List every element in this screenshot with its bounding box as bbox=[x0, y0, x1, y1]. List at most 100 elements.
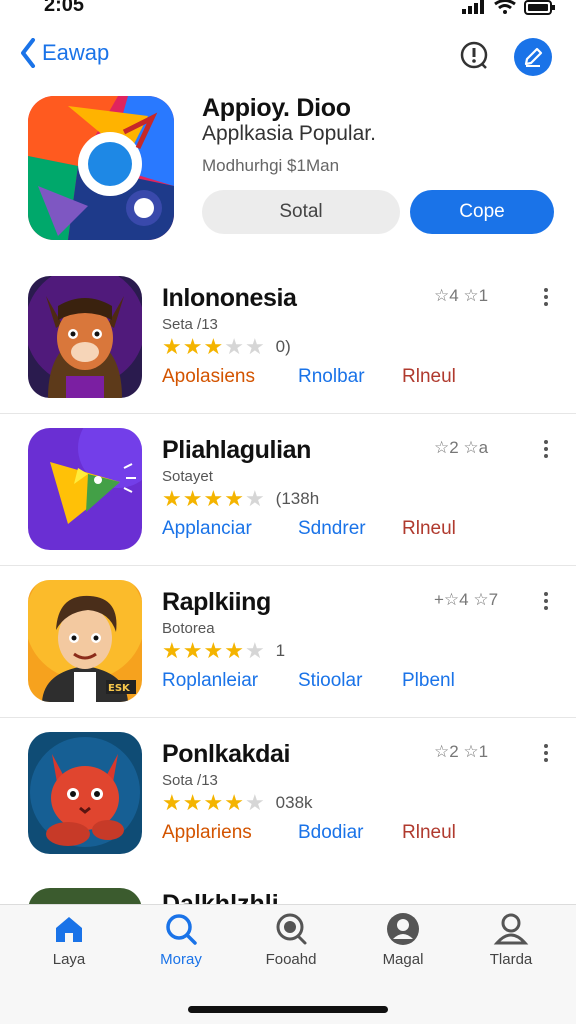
star-icon: ★ bbox=[182, 638, 203, 663]
status-time: 2:05 bbox=[44, 0, 85, 16]
star-rating: ★ ★ ★ ★ ★ (138h bbox=[162, 486, 319, 512]
star-icon: ★ bbox=[182, 334, 203, 359]
featured-logo-icon bbox=[28, 96, 174, 240]
tag-link[interactable]: Stioolar bbox=[298, 670, 362, 692]
featured-meta: Modhurhgi $1Man bbox=[202, 156, 340, 175]
back-button[interactable]: Eawap bbox=[20, 38, 109, 68]
secondary-button[interactable]: Sotal bbox=[202, 190, 400, 234]
star-icon: ★ bbox=[203, 790, 224, 815]
star-icon: ★ bbox=[224, 790, 244, 815]
boy-avatar-icon: ESK bbox=[28, 580, 142, 702]
tag-link[interactable]: Rlneul bbox=[402, 822, 456, 844]
primary-button[interactable]: Cope bbox=[410, 190, 554, 234]
app-icon[interactable] bbox=[28, 276, 142, 398]
star-icon: ★ bbox=[203, 638, 224, 663]
tag-link[interactable]: Applanciar bbox=[162, 518, 252, 540]
featured-app: Appioy. Dioo Applkasia Popular. Modhurhg… bbox=[0, 94, 576, 246]
star-icon: ★ bbox=[203, 486, 224, 511]
app-subtitle: Seta /13 bbox=[162, 316, 218, 333]
tab-label: Moray bbox=[160, 951, 202, 968]
tab-account[interactable]: Magal bbox=[358, 911, 448, 968]
cat-app-icon bbox=[28, 732, 142, 854]
battery-icon bbox=[524, 0, 555, 15]
tag-link[interactable]: Sdndrer bbox=[298, 518, 366, 540]
star-icon: ★ bbox=[244, 638, 265, 663]
home-indicator bbox=[188, 1006, 388, 1013]
app-icon[interactable] bbox=[28, 428, 142, 550]
rating-count: 1 bbox=[275, 641, 286, 660]
wifi-icon bbox=[494, 0, 516, 14]
row-side-rating: ☆4 ☆1 bbox=[434, 286, 489, 305]
app-name: Pliahlagulian bbox=[162, 436, 311, 464]
app-subtitle: Botorea bbox=[162, 620, 215, 637]
tab-home[interactable]: Laya bbox=[24, 911, 114, 968]
play-arrow-app-icon bbox=[28, 428, 142, 550]
star-icon: ★ bbox=[162, 486, 182, 511]
more-options-icon[interactable] bbox=[538, 744, 554, 768]
app-icon[interactable]: ESK bbox=[28, 580, 142, 702]
rating-count: 038k bbox=[275, 793, 313, 812]
app-list: Inlononesia Seta /13 ★ ★ ★ ★ ★ 0) Apolas… bbox=[0, 262, 576, 870]
star-rating: ★ ★ ★ ★ ★ 1 bbox=[162, 638, 285, 664]
star-icon: ★ bbox=[182, 790, 203, 815]
more-options-icon[interactable] bbox=[538, 440, 554, 464]
star-icon: ★ bbox=[244, 486, 265, 511]
list-item[interactable]: Ponlkakdai Sota /13 ★ ★ ★ ★ ★ 038k Appla… bbox=[0, 718, 576, 870]
tag-link[interactable]: Apolasiens bbox=[162, 366, 255, 388]
nav-bar: Eawap bbox=[0, 36, 576, 80]
rating-count: 0) bbox=[275, 337, 291, 356]
tag-link[interactable]: Rlneul bbox=[402, 518, 456, 540]
tag-link[interactable]: Plbenl bbox=[402, 670, 455, 692]
back-label: Eawap bbox=[42, 40, 110, 65]
star-rating: ★ ★ ★ ★ ★ 038k bbox=[162, 790, 313, 816]
search-icon bbox=[166, 914, 197, 945]
fox-girl-avatar-icon bbox=[28, 276, 142, 398]
tab-label: Tlarda bbox=[489, 951, 533, 968]
tag-link[interactable]: Bdodiar bbox=[298, 822, 364, 844]
app-name: Raplkiing bbox=[162, 588, 271, 616]
tag-link[interactable]: Rnolbar bbox=[298, 366, 365, 388]
star-icon: ★ bbox=[162, 638, 182, 663]
app-icon[interactable] bbox=[28, 732, 142, 854]
tab-label: Magal bbox=[382, 951, 424, 968]
star-icon: ★ bbox=[224, 638, 244, 663]
search-badge-icon bbox=[276, 913, 307, 945]
row-side-rating: +☆4 ☆7 bbox=[434, 590, 499, 609]
home-icon bbox=[56, 917, 82, 942]
more-options-icon[interactable] bbox=[538, 288, 554, 312]
tab-profile[interactable]: Tlarda bbox=[466, 911, 556, 968]
featured-subtitle: Applkasia Popular. bbox=[202, 122, 376, 145]
list-item[interactable]: ESK Raplkiing Botorea ★ ★ ★ ★ ★ 1 Roplan… bbox=[0, 566, 576, 718]
status-icons bbox=[462, 0, 556, 15]
profile-icon bbox=[493, 913, 529, 945]
star-icon: ★ bbox=[162, 790, 182, 815]
list-item[interactable]: Pliahlagulian Sotayet ★ ★ ★ ★ ★ (138h Ap… bbox=[0, 414, 576, 566]
user-circle-icon bbox=[387, 913, 419, 945]
app-name: Ponlkakdai bbox=[162, 740, 290, 768]
star-icon: ★ bbox=[244, 790, 265, 815]
star-rating: ★ ★ ★ ★ ★ 0) bbox=[162, 334, 291, 360]
tab-label: Laya bbox=[52, 951, 86, 968]
star-icon: ★ bbox=[162, 334, 182, 359]
tag-link[interactable]: Rlneul bbox=[402, 366, 456, 388]
edit-icon bbox=[524, 47, 543, 67]
app-name: Inlononesia bbox=[162, 284, 297, 312]
app-subtitle: Sotayet bbox=[162, 468, 213, 485]
tab-search[interactable]: Moray bbox=[136, 911, 226, 968]
status-bar: 2:05 bbox=[0, 0, 576, 22]
featured-title: Appioy. Dioo bbox=[202, 94, 351, 122]
alert-icon[interactable] bbox=[458, 40, 490, 72]
rating-count: (138h bbox=[275, 489, 320, 508]
signal-icon bbox=[462, 0, 484, 14]
tab-discover[interactable]: Fooahd bbox=[246, 911, 336, 968]
featured-app-icon[interactable] bbox=[28, 96, 174, 240]
more-options-icon[interactable] bbox=[538, 592, 554, 616]
tag-link[interactable]: Applariens bbox=[162, 822, 252, 844]
star-icon: ★ bbox=[224, 486, 244, 511]
edit-button[interactable] bbox=[514, 38, 552, 76]
star-icon: ★ bbox=[203, 334, 224, 359]
row-side-rating: ☆2 ☆a bbox=[434, 438, 489, 457]
list-item[interactable]: Inlononesia Seta /13 ★ ★ ★ ★ ★ 0) Apolas… bbox=[0, 262, 576, 414]
tag-link[interactable]: Roplanleiar bbox=[162, 670, 258, 692]
app-subtitle: Sota /13 bbox=[162, 772, 218, 789]
